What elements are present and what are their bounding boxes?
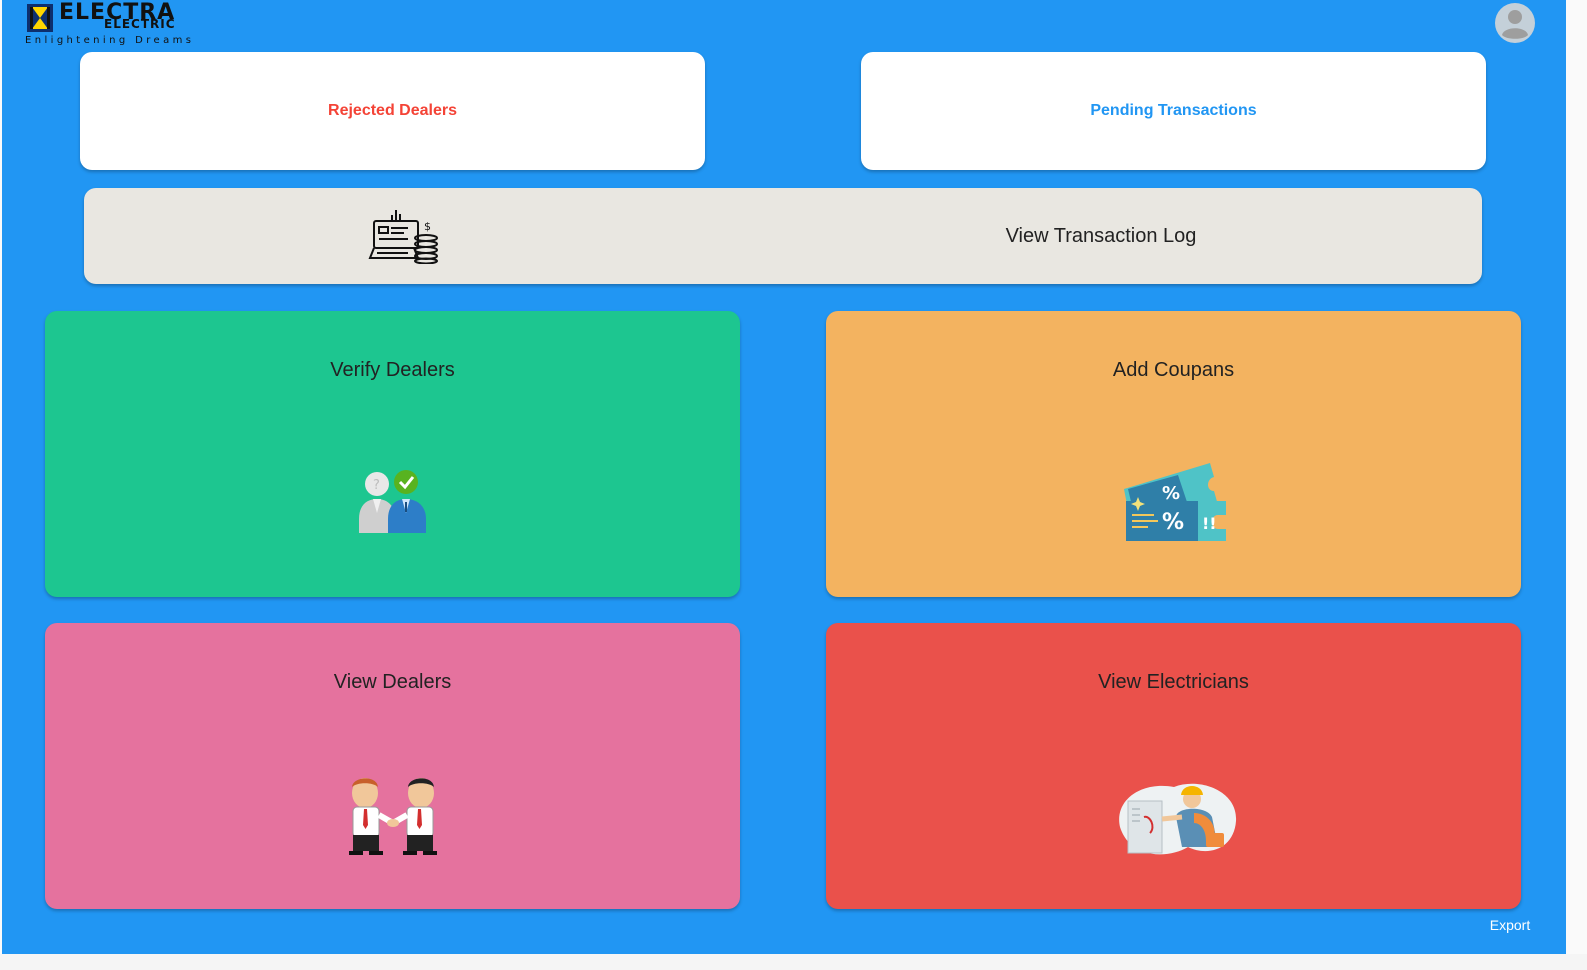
- svg-text:$: $: [424, 220, 431, 233]
- verify-dealers-label: Verify Dealers: [330, 359, 455, 381]
- export-button[interactable]: Export: [1480, 915, 1540, 935]
- cash-register-icon: $: [368, 210, 438, 264]
- handshake-icon: [349, 778, 437, 855]
- company-logo: ELECTRA ELECTRIC Enlightening Dreams: [24, 2, 195, 47]
- rejected-dealers-label: Rejected Dealers: [328, 102, 457, 119]
- svg-text:%: %: [1162, 483, 1180, 504]
- svg-text:%: %: [1162, 510, 1184, 535]
- rejected-dealers-card[interactable]: Rejected Dealers: [80, 52, 705, 170]
- coupon-tickets-icon: % % !!: [1124, 463, 1226, 541]
- svg-text:?: ?: [373, 478, 380, 493]
- add-coupans-tile[interactable]: Add Coupans % % !!: [826, 311, 1521, 597]
- pending-transactions-card[interactable]: Pending Transactions: [861, 52, 1486, 170]
- logo-mark-icon: [27, 4, 53, 32]
- view-dealers-label: View Dealers: [333, 671, 452, 693]
- view-transaction-log-button[interactable]: $ View Transaction Log: [84, 188, 1482, 284]
- logo-tagline: Enlightening Dreams: [25, 35, 195, 46]
- electrician-icon: [1119, 783, 1237, 855]
- view-electricians-label: View Electricians: [1098, 671, 1249, 693]
- add-coupans-label: Add Coupans: [1112, 359, 1235, 381]
- view-transaction-log-label: View Transaction Log: [1005, 224, 1197, 247]
- view-dealers-tile[interactable]: View Dealers: [45, 623, 740, 909]
- account-circle-icon[interactable]: [1494, 2, 1536, 44]
- logo-subtitle: ELECTRIC: [104, 17, 176, 31]
- window-bottom-edge: [0, 954, 1587, 970]
- dashboard: ELECTRA ELECTRIC Enlightening Dreams Rej…: [2, 0, 1566, 954]
- pending-transactions-label: Pending Transactions: [1090, 102, 1257, 119]
- svg-text:!!: !!: [1202, 514, 1217, 533]
- view-electricians-tile[interactable]: View Electricians: [826, 623, 1521, 909]
- verify-dealers-tile[interactable]: Verify Dealers ?: [45, 311, 740, 597]
- verify-dealers-icon: ?: [359, 470, 426, 533]
